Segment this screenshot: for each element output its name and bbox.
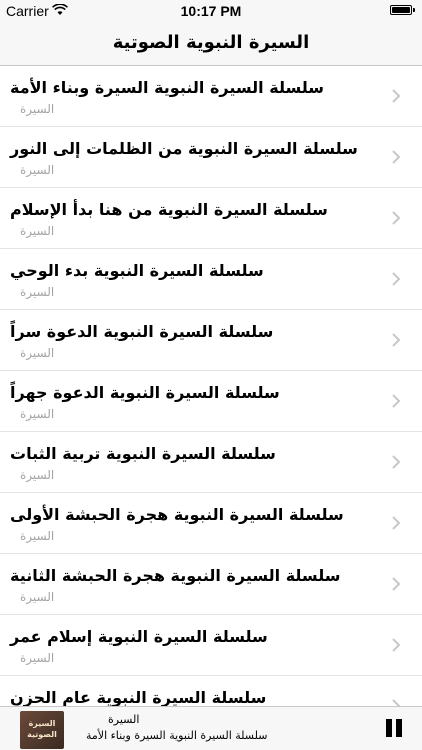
- chevron-right-icon: [392, 699, 401, 706]
- chevron-right-icon: [392, 455, 401, 469]
- list-item[interactable]: سلسلة السيرة النبوية من الظلمات إلى النو…: [0, 127, 422, 188]
- page-title: السيرة النبوية الصوتية: [112, 32, 310, 53]
- list-item[interactable]: سلسلة السيرة النبوية تربية الثبات السيرة: [0, 432, 422, 493]
- chevron-right-icon: [392, 638, 401, 652]
- chevron-right-icon: [392, 150, 401, 164]
- pause-icon[interactable]: [382, 717, 404, 741]
- list-item[interactable]: سلسلة السيرة النبوية إسلام عمر السيرة: [0, 615, 422, 676]
- chevron-right-icon: [392, 516, 401, 530]
- chevron-right-icon: [392, 272, 401, 286]
- artwork-line-2: الصوتية: [27, 730, 57, 739]
- chevron-right-icon: [392, 394, 401, 408]
- list-item[interactable]: سلسلة السيرة النبوية هجرة الحبشة الأولى ا…: [0, 493, 422, 554]
- artwork-line-1: السيرة: [28, 719, 56, 728]
- now-playing-subtitle: سلسلة السيرة النبوية السيرة وبناء الأمة: [86, 729, 268, 742]
- list-item-title: سلسلة السيرة النبوية السيرة وبناء الأمة: [10, 78, 325, 97]
- list-item-subtitle: السيرة: [20, 285, 55, 299]
- list-item-subtitle: السيرة: [20, 346, 55, 360]
- list-item-title: سلسلة السيرة النبوية هجرة الحبشة الأولى: [10, 505, 344, 524]
- list-item-subtitle: السيرة: [20, 529, 55, 543]
- battery-icon: [390, 5, 412, 15]
- chevron-right-icon: [392, 577, 401, 591]
- battery-tip: [413, 8, 415, 12]
- album-artwork[interactable]: السيرة الصوتية: [20, 711, 64, 749]
- list-item-title: سلسلة السيرة النبوية تربية الثبات: [10, 444, 276, 463]
- list-item-subtitle: السيرة: [20, 102, 55, 116]
- list-item-title: سلسلة السيرة النبوية الدعوة جهراً: [10, 383, 280, 402]
- list-item[interactable]: سلسلة السيرة النبوية الدعوة سراً السيرة: [0, 310, 422, 371]
- chevron-right-icon: [392, 211, 401, 225]
- list-item-title: سلسلة السيرة النبوية الدعوة سراً: [10, 322, 274, 341]
- list-item-title: سلسلة السيرة النبوية إسلام عمر: [10, 627, 268, 646]
- list-item-title: سلسلة السيرة النبوية عام الحزن: [10, 688, 267, 706]
- episode-list[interactable]: سلسلة السيرة النبوية السيرة وبناء الأمة ا…: [0, 66, 422, 706]
- now-playing-title: السيرة: [108, 713, 140, 726]
- list-item[interactable]: سلسلة السيرة النبوية بدء الوحي السيرة: [0, 249, 422, 310]
- list-item-title: سلسلة السيرة النبوية من هنا بدأ الإسلام: [10, 200, 328, 219]
- list-item-subtitle: السيرة: [20, 651, 55, 665]
- chevron-right-icon: [392, 333, 401, 347]
- list-item[interactable]: سلسلة السيرة النبوية من هنا بدأ الإسلام ا…: [0, 188, 422, 249]
- list-item-subtitle: السيرة: [20, 468, 55, 482]
- status-bar: Carrier 10:17 PM: [0, 0, 422, 22]
- list-item[interactable]: سلسلة السيرة النبوية الدعوة جهراً السيرة: [0, 371, 422, 432]
- now-playing-bar[interactable]: السيرة الصوتية السيرة سلسلة السيرة النبو…: [0, 706, 422, 750]
- list-item-subtitle: السيرة: [20, 407, 55, 421]
- list-item-subtitle: السيرة: [20, 163, 55, 177]
- list-item[interactable]: سلسلة السيرة النبوية هجرة الحبشة الثانية…: [0, 554, 422, 615]
- list-item-title: سلسلة السيرة النبوية بدء الوحي: [10, 261, 264, 280]
- list-item-title: سلسلة السيرة النبوية من الظلمات إلى النو…: [10, 139, 358, 158]
- list-item-subtitle: السيرة: [20, 590, 55, 604]
- list-item-title: سلسلة السيرة النبوية هجرة الحبشة الثانية: [10, 566, 341, 585]
- navigation-bar: السيرة النبوية الصوتية: [0, 22, 422, 66]
- clock: 10:17 PM: [180, 3, 242, 19]
- chevron-right-icon: [392, 89, 401, 103]
- list-item-subtitle: السيرة: [20, 224, 55, 238]
- list-item[interactable]: سلسلة السيرة النبوية السيرة وبناء الأمة ا…: [0, 66, 422, 127]
- list-item[interactable]: سلسلة السيرة النبوية عام الحزن: [0, 676, 422, 706]
